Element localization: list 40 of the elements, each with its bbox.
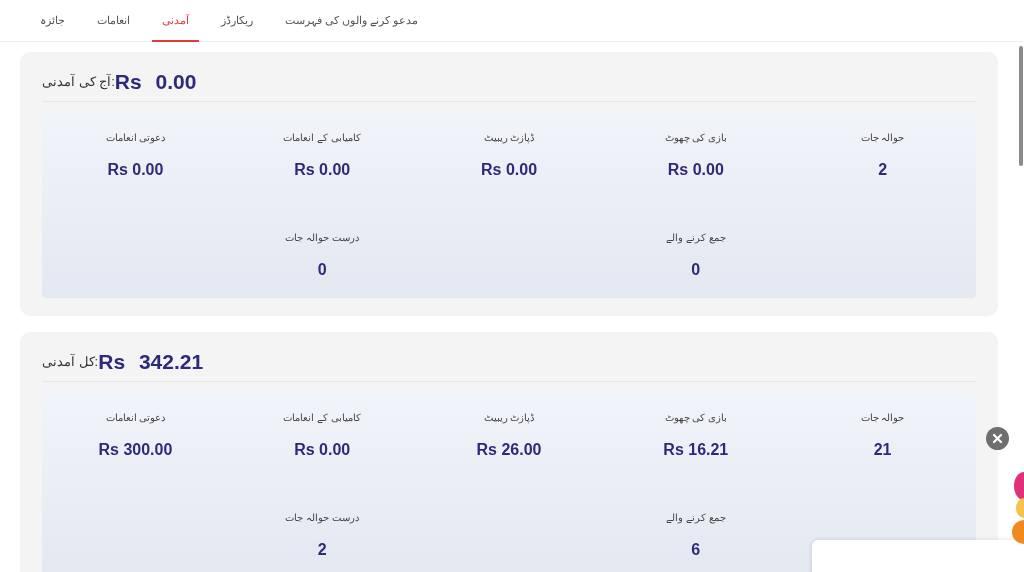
stat-value: Rs 26.00 (476, 440, 542, 460)
stat-label: حوالہ جات (860, 411, 905, 425)
stat-label: دعوتی انعامات (105, 131, 166, 145)
earnings-label: :کل آمدنی (42, 352, 99, 371)
stat-label: حوالہ جات (860, 131, 905, 145)
close-button[interactable] (986, 427, 1009, 450)
stat-value: 21 (873, 440, 892, 460)
stat-value: 0 (691, 260, 701, 280)
stat-value: Rs 16.21 (663, 440, 729, 460)
scrollbar-thumb[interactable] (1019, 46, 1023, 166)
tab[interactable]: ریکارڈز (221, 0, 253, 42)
stat-label: دعوتی انعامات (105, 411, 166, 425)
tab[interactable]: آمدنی (152, 0, 199, 42)
earnings-amount: Rs 0.00 (114, 68, 197, 95)
stat-label: جمع کرنے والے (666, 511, 726, 525)
stat-label: ڈپازٹ ریبیٹ (483, 131, 535, 145)
close-icon (992, 433, 1003, 444)
stat-value: Rs 0.00 (294, 160, 351, 180)
stat-value: 2 (317, 540, 327, 560)
tab[interactable]: مدعو کرنے والوں کی فہرست (285, 0, 419, 42)
stat-label: بازی کی چھوٹ (664, 411, 728, 425)
stat-value: Rs 300.00 (98, 440, 173, 460)
stat-value: 2 (878, 160, 888, 180)
stat-value: 6 (691, 540, 701, 560)
stat-label: درست حوالہ جات (285, 511, 359, 525)
stat-value: 0 (317, 260, 327, 280)
stat-label: ڈپازٹ ریبیٹ (483, 411, 535, 425)
stat-label: کامیابی کے انعامات (283, 411, 361, 425)
stat-label: بازی کی چھوٹ (664, 131, 728, 145)
stat-value: Rs 0.00 (107, 160, 164, 180)
earnings-label: :آج کی آمدنی (42, 72, 115, 92)
tab[interactable]: جائزہ (40, 0, 65, 42)
stat-value: Rs 0.00 (481, 160, 538, 180)
stat-value: Rs 0.00 (294, 440, 351, 460)
tab[interactable]: انعامات (97, 0, 130, 42)
stat-label: درست حوالہ جات (285, 231, 359, 245)
stat-value: Rs 0.00 (667, 160, 724, 180)
stat-label: کامیابی کے انعامات (283, 131, 361, 145)
earnings-amount: Rs 342.21 (98, 348, 204, 375)
stat-label: جمع کرنے والے (666, 231, 726, 245)
